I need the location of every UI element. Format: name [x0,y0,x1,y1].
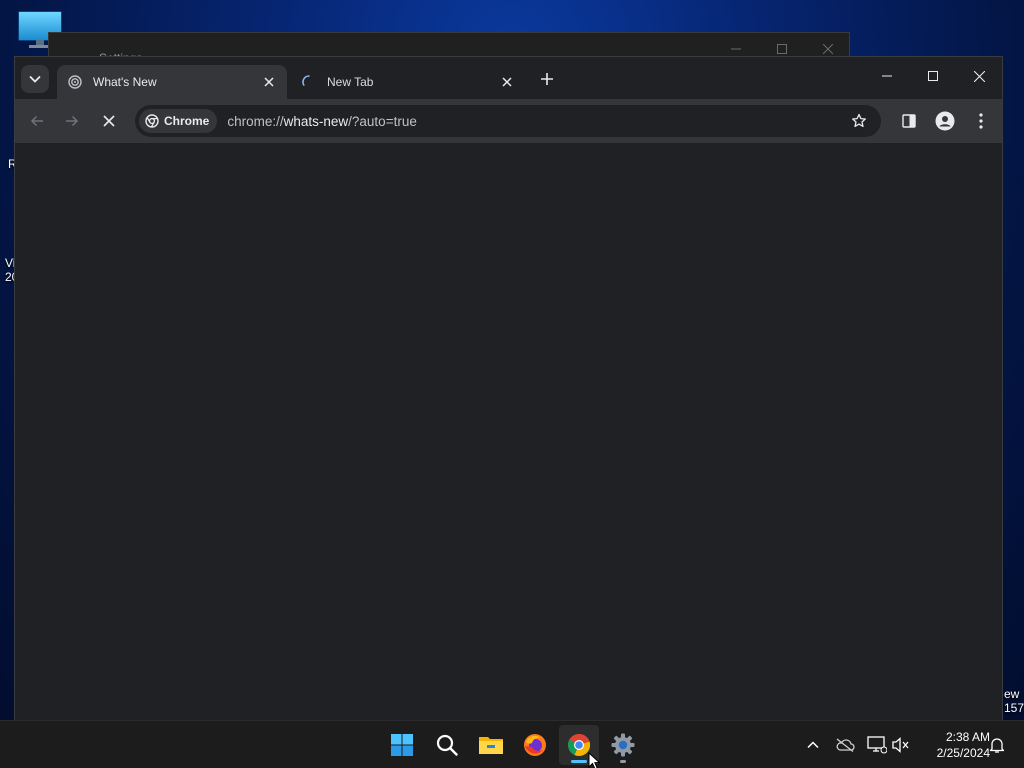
close-tab-icon[interactable] [261,74,277,90]
loading-spinner-icon [301,74,317,90]
chevron-up-icon [807,741,819,749]
url-host: whats-new [283,113,349,129]
tab-search-button[interactable] [21,65,49,93]
settings-taskbar-button[interactable] [603,725,643,765]
chrome-logo-icon [145,114,159,128]
kebab-menu-icon [979,113,983,129]
mouse-cursor-icon [588,752,601,768]
clock-date: 2/25/2024 [936,746,990,760]
firefox-icon [524,734,546,756]
arrow-right-icon [66,115,79,127]
clock-time: 2:38 AM [945,730,990,744]
folder-icon [479,737,503,754]
search-button[interactable] [427,725,467,765]
windows-logo-icon [391,734,413,756]
side-panel-icon [902,114,916,128]
gear-icon [611,733,635,757]
onedrive-offline-icon[interactable] [833,733,857,757]
file-explorer-button[interactable] [471,725,511,765]
chrome-whats-new-favicon-icon [67,74,83,90]
active-app-indicator [571,760,587,763]
browser-toolbar: Chrome chrome://whats-new/?auto=true [15,99,1002,143]
chrome-window: What's New New Tab Chrome chrome://whats… [14,56,1003,722]
chrome-menu-button[interactable] [967,107,995,135]
arrow-left-icon [30,115,43,127]
back-button[interactable] [23,107,51,135]
close-tab-icon[interactable] [499,74,515,90]
network-icon[interactable] [865,733,889,757]
url-scheme: chrome:// [227,113,284,129]
minimize-icon [882,75,892,77]
desktop-label-fragment: 157 [1004,701,1024,715]
stop-loading-button[interactable] [95,107,123,135]
close-window-button[interactable] [956,57,1002,95]
url-text: chrome://whats-new/?auto=true [227,114,417,129]
forward-button[interactable] [58,107,86,135]
profile-avatar-icon [935,111,955,131]
desktop-label-fragment: ew [1004,687,1020,701]
tab-title: What's New [93,75,157,89]
volume-muted-icon[interactable] [889,733,913,757]
url-path: /?auto=true [348,113,417,129]
new-tab-button[interactable] [533,65,561,93]
page-content-area [15,143,1002,721]
maximize-icon [928,71,938,81]
start-button[interactable] [382,725,422,765]
tab-strip: What's New New Tab [15,57,1002,99]
profile-button[interactable] [931,107,959,135]
tab-new-tab[interactable]: New Tab [291,65,525,99]
address-bar[interactable]: Chrome chrome://whats-new/?auto=true [135,105,881,137]
plus-icon [541,73,553,85]
tab-title: New Tab [327,75,374,89]
tab-whats-new[interactable]: What's New [57,65,287,99]
site-info-chip[interactable]: Chrome [139,109,218,133]
side-panel-button[interactable] [895,107,923,135]
notifications-icon[interactable] [985,733,1009,757]
taskbar-clock[interactable]: 2:38 AM 2/25/2024 [918,729,990,761]
firefox-button[interactable] [515,725,555,765]
site-info-chip-label: Chrome [164,114,210,128]
maximize-button[interactable] [910,57,956,95]
close-icon [973,70,985,82]
taskbar: 2:38 AM 2/25/2024 [0,720,1024,768]
show-hidden-icons-button[interactable] [801,733,825,757]
running-app-indicator [620,760,626,763]
search-icon [436,734,458,756]
close-icon [103,115,115,127]
bookmark-star-icon[interactable] [849,111,869,131]
chevron-down-icon [29,75,41,83]
minimize-button[interactable] [864,57,910,95]
